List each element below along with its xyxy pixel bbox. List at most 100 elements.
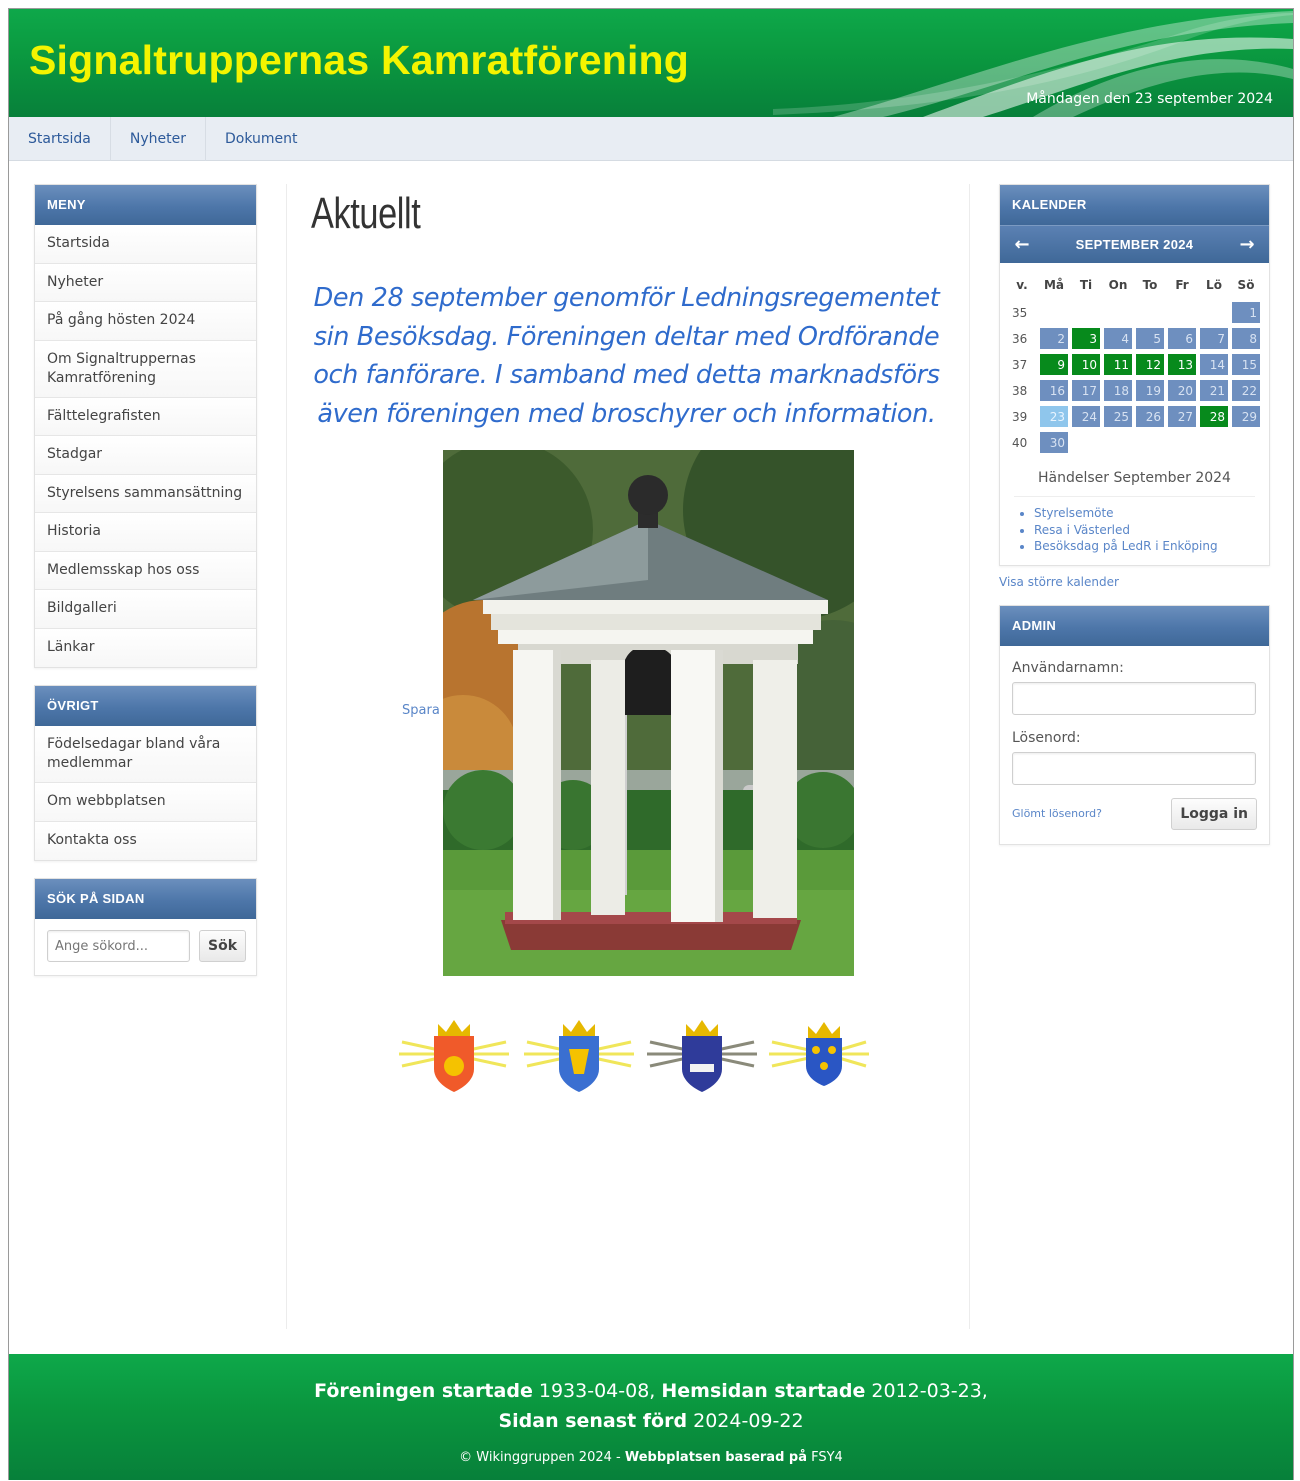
login-button[interactable]: Logga in [1171,797,1257,830]
menu-item-historia[interactable]: Historia [35,513,256,552]
menu-item-fodelsedagar[interactable]: Födelsedagar bland våra medlemmar [35,726,256,783]
password-field[interactable] [1012,751,1256,785]
calendar-day[interactable]: 13 [1168,354,1196,375]
calendar-header-cell: Må [1043,278,1065,292]
calendar-empty-cell [1136,432,1164,453]
username-field[interactable] [1012,681,1256,715]
event-link[interactable]: Besöksdag på LedR i Enköping [1034,538,1269,555]
calendar-empty-cell [1200,302,1228,323]
calendar-week-number: 38 [1012,383,1028,398]
search-row: Sök [35,919,256,975]
regiment-crests [399,1020,869,1092]
calendar-day[interactable]: 12 [1136,354,1164,375]
center-divider-left [286,184,287,1329]
menu-item-nyheter[interactable]: Nyheter [35,263,256,302]
spara-link[interactable]: Spara [402,703,440,718]
calendar-week-number: 36 [1012,331,1028,346]
calendar-empty-cell [1200,432,1228,453]
center-divider-right [969,184,970,1329]
footer-copy-suffix[interactable]: FSY4 [807,1450,843,1465]
calendar-day: 26 [1136,406,1164,427]
calendar-empty-cell [1136,302,1164,323]
menu-item-bildgalleri[interactable]: Bildgalleri [35,590,256,629]
crest-1-icon [399,1020,509,1092]
calendar-day: 2 [1040,328,1068,349]
calendar-day: 6 [1168,328,1196,349]
calendar-day: 27 [1168,406,1196,427]
calendar-empty-cell [1232,432,1260,453]
calendar-day: 25 [1104,406,1132,427]
calendar-day: 30 [1040,432,1068,453]
topnav-startsida[interactable]: Startsida [9,116,111,161]
calendar-day: 7 [1200,328,1228,349]
footer-updated-label: Sidan senast förd [498,1410,688,1432]
menu-item-om-foreningen[interactable]: Om Signaltruppernas Kamratförening [35,340,256,398]
search-input[interactable] [47,930,190,962]
calendar-day: 16 [1040,380,1068,401]
footer-line-2: Sidan senast förd 2024-09-22 [9,1406,1293,1436]
menu-item-pa-gang[interactable]: På gång hösten 2024 [35,302,256,341]
left-column: MENY Startsida Nyheter På gång hösten 20… [34,184,257,993]
calendar-day[interactable]: 9 [1040,354,1068,375]
calendar-empty-cell [1072,432,1100,453]
calendar-day[interactable]: 3 [1072,328,1100,349]
search-button[interactable]: Sök [199,930,247,962]
calendar-day[interactable]: 11 [1104,354,1132,375]
calendar-day: 17 [1072,380,1100,401]
footer-copy-bold[interactable]: Webbplatsen baserad på [625,1450,807,1465]
calendar-day: 21 [1200,380,1228,401]
admin-footer: Glömt lösenord? Logga in [1012,797,1257,830]
calendar-header-cell: To [1142,278,1158,292]
bigger-calendar-link[interactable]: Visa större kalender [999,575,1270,589]
calendar-prev-arrow-icon[interactable]: ← [1012,234,1032,255]
calendar-day: 20 [1168,380,1196,401]
calendar-day[interactable]: 23 [1040,406,1068,427]
ovrigt-panel: ÖVRIGT Födelsedagar bland våra medlemmar… [34,685,257,861]
calendar-grid: v. Må Ti On To Fr Lö Sö 35 1 36 2 3 4 5 6 7 8 37 9 10 11 12 13… [1004,273,1264,458]
calendar-day: 24 [1072,406,1100,427]
events-list: Styrelsemöte Resa i Västerled Besöksdag … [1000,497,1269,565]
calendar-panel-title: KALENDER [1000,185,1269,225]
calendar-next-arrow-icon[interactable]: → [1237,234,1257,255]
calendar-header-cell: Fr [1175,278,1189,292]
menu-item-startsida[interactable]: Startsida [35,225,256,264]
footer-site-label: Hemsidan startade [661,1380,866,1402]
menu-item-om-webbplatsen[interactable]: Om webbplatsen [35,783,256,822]
calendar-header-cell: Ti [1079,278,1093,292]
menu-item-lankar[interactable]: Länkar [35,628,256,667]
calendar-day[interactable]: 10 [1072,354,1100,375]
forgot-password-link[interactable]: Glömt lösenord? [1012,807,1102,820]
calendar-week-number: 39 [1012,409,1028,424]
menu-item-falttelegrafisten[interactable]: Fälttelegrafisten [35,397,256,436]
calendar-day: 18 [1104,380,1132,401]
topnav-dokument[interactable]: Dokument [206,117,317,161]
calendar-day: 14 [1200,354,1228,375]
calendar-day: 29 [1232,406,1260,427]
topnav-nyheter[interactable]: Nyheter [111,116,206,161]
header-date: Måndagen den 23 september 2024 [1026,91,1273,107]
site-title[interactable]: Signaltruppernas Kamratförening [29,37,689,84]
menu-item-kontakta-oss[interactable]: Kontakta oss [35,821,256,860]
crest-3-icon [647,1020,757,1092]
calendar-day: 5 [1136,328,1164,349]
menu-item-styrelsen[interactable]: Styrelsens sammansättning [35,474,256,513]
admin-form: Användarnamn: Lösenord: Glömt lösenord? … [1000,646,1269,844]
calendar-week-number: 37 [1012,357,1028,372]
calendar-day[interactable]: 28 [1200,406,1228,427]
site-header: Signaltruppernas Kamratförening Måndagen… [9,9,1293,117]
bell-pavilion-photo [443,450,854,976]
calendar-nav: ← SEPTEMBER 2024 → [1000,225,1269,263]
menu-item-medlemsskap[interactable]: Medlemsskap hos oss [35,551,256,590]
calendar-day: 1 [1232,302,1260,323]
calendar-header-cell: Lö [1206,278,1222,292]
page-title: Aktuellt [311,189,421,238]
menu-item-stadgar[interactable]: Stadgar [35,436,256,475]
event-link[interactable]: Styrelsemöte [1034,505,1269,522]
footer-copyright: © Wikinggruppen 2024 - Webbplatsen baser… [9,1450,1293,1465]
site-footer: Föreningen startade 1933-04-08, Hemsidan… [9,1354,1293,1480]
calendar-empty-cell [1040,302,1068,323]
page-frame: Signaltruppernas Kamratförening Måndagen… [8,8,1294,1480]
event-link[interactable]: Resa i Västerled [1034,522,1269,539]
footer-copy-prefix: © Wikinggruppen 2024 - [459,1450,625,1465]
calendar-day: 19 [1136,380,1164,401]
